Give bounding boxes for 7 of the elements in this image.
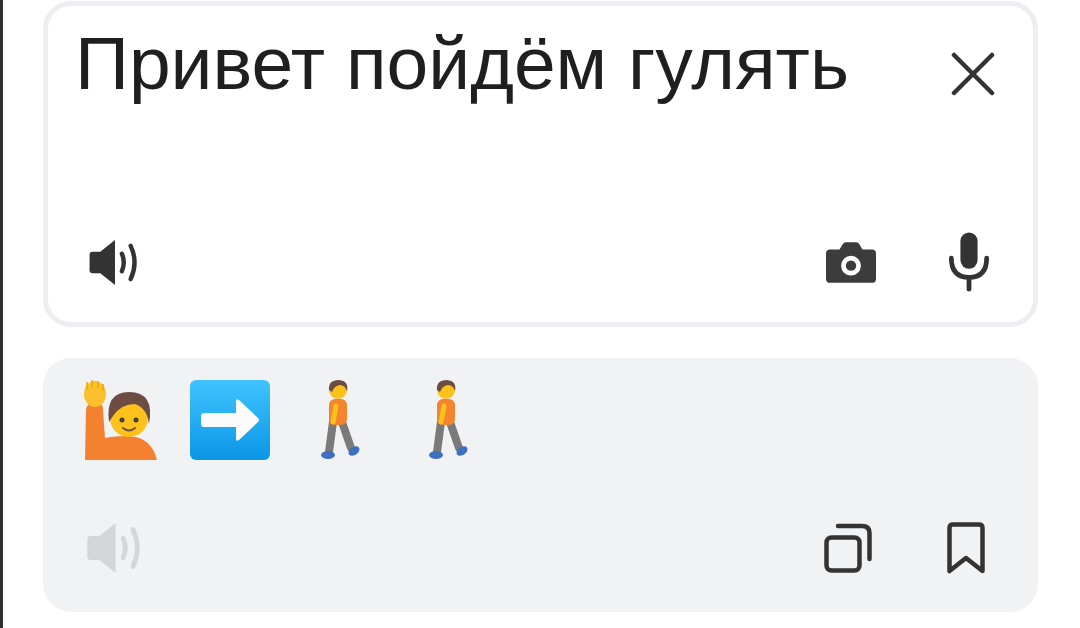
microphone-icon[interactable]	[948, 232, 990, 292]
source-text-input[interactable]: Привет пойдём гулять	[75, 21, 951, 111]
speaker-icon[interactable]	[89, 239, 140, 285]
camera-icon[interactable]	[826, 241, 876, 283]
copy-icon[interactable]	[824, 523, 872, 573]
bookmark-icon[interactable]	[947, 522, 985, 574]
close-icon[interactable]	[951, 52, 995, 96]
